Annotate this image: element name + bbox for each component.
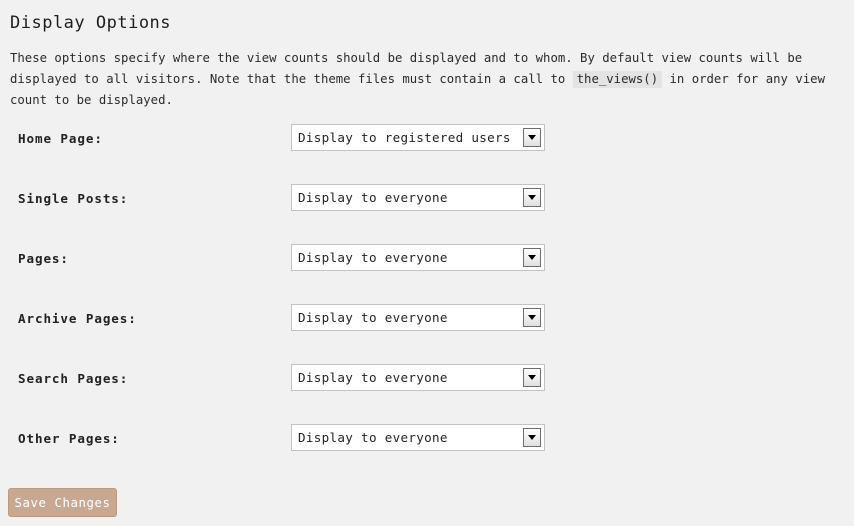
select-search-pages[interactable]: Display to everyone (291, 364, 545, 391)
chevron-down-icon[interactable] (523, 128, 541, 147)
chevron-down-glyph (528, 255, 536, 260)
select-archive-pages-value: Display to everyone (298, 310, 448, 325)
display-options-page: Display Options These options specify wh… (0, 0, 854, 526)
select-single-posts[interactable]: Display to everyone (291, 184, 545, 211)
chevron-down-glyph (528, 135, 536, 140)
form-row-pages: Pages: Display to everyone (0, 238, 854, 298)
form-row-other-pages: Other Pages: Display to everyone (0, 418, 854, 478)
select-other-pages[interactable]: Display to everyone (291, 424, 545, 451)
chevron-down-icon[interactable] (523, 368, 541, 387)
chevron-down-icon[interactable] (523, 308, 541, 327)
label-search-pages: Search Pages: (18, 371, 129, 386)
form-row-archive-pages: Archive Pages: Display to everyone (0, 298, 854, 358)
page-description: These options specify where the view cou… (10, 48, 848, 111)
select-search-pages-value: Display to everyone (298, 370, 448, 385)
chevron-down-icon[interactable] (523, 248, 541, 267)
chevron-down-glyph (528, 195, 536, 200)
form-row-single-posts: Single Posts: Display to everyone (0, 178, 854, 238)
label-pages: Pages: (18, 251, 69, 266)
page-title: Display Options (10, 13, 172, 34)
select-single-posts-value: Display to everyone (298, 190, 448, 205)
save-changes-button[interactable]: Save Changes (8, 488, 117, 517)
label-single-posts: Single Posts: (18, 191, 129, 206)
chevron-down-glyph (528, 315, 536, 320)
the-views-code-snippet: the_views() (572, 71, 663, 89)
select-home-page[interactable]: Display to registered users only (291, 124, 545, 151)
select-home-page-value: Display to registered users only (298, 130, 516, 145)
form-row-home-page: Home Page: Display to registered users o… (0, 118, 854, 178)
label-home-page: Home Page: (18, 131, 103, 146)
select-archive-pages[interactable]: Display to everyone (291, 304, 545, 331)
display-options-form: Home Page: Display to registered users o… (0, 118, 854, 478)
select-pages-value: Display to everyone (298, 250, 448, 265)
form-row-search-pages: Search Pages: Display to everyone (0, 358, 854, 418)
label-other-pages: Other Pages: (18, 431, 120, 446)
chevron-down-icon[interactable] (523, 188, 541, 207)
chevron-down-glyph (528, 435, 536, 440)
chevron-down-icon[interactable] (523, 428, 541, 447)
chevron-down-glyph (528, 375, 536, 380)
select-pages[interactable]: Display to everyone (291, 244, 545, 271)
select-other-pages-value: Display to everyone (298, 430, 448, 445)
label-archive-pages: Archive Pages: (18, 311, 137, 326)
